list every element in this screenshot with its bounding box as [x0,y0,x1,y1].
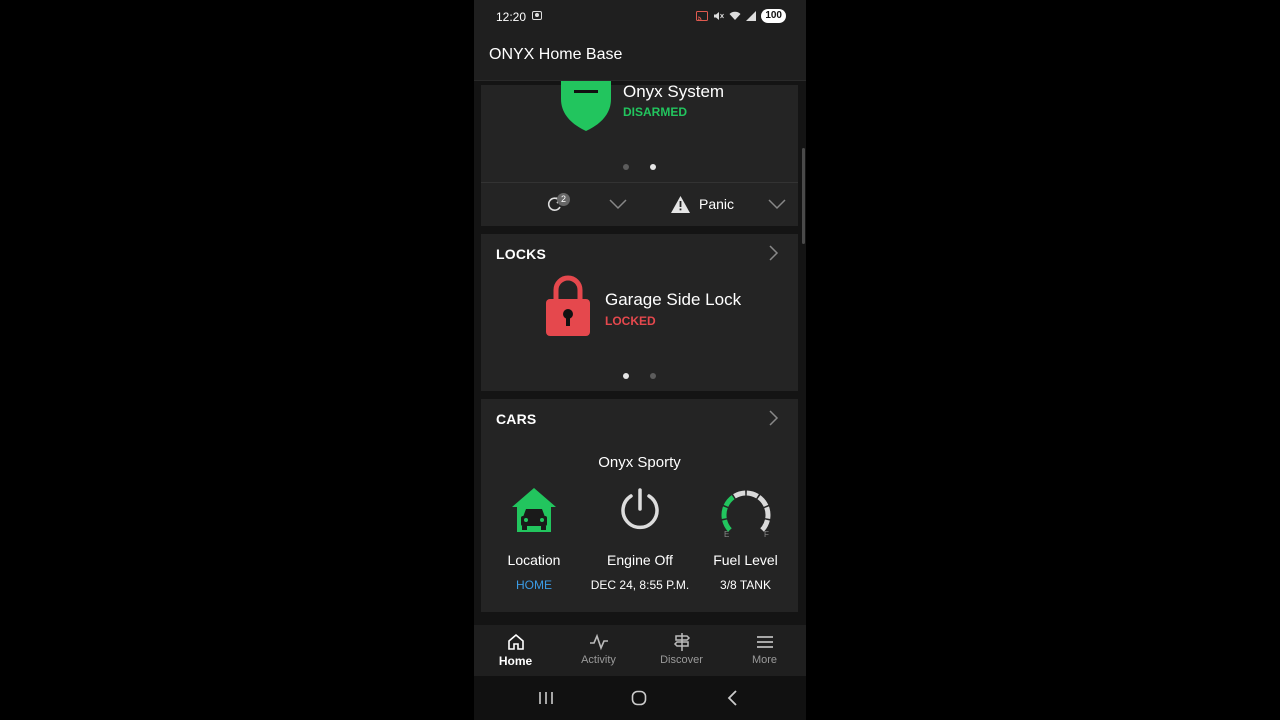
fuel-label: Fuel Level [713,552,778,568]
recent-apps-icon[interactable] [538,691,554,705]
fuel-gauge-segment [746,490,759,499]
engine-value: DEC 24, 8:55 P.M. [590,578,690,592]
fuel-gauge-segment [759,519,770,532]
panic-button[interactable]: Panic [671,193,734,215]
fuel-value: 3/8 TANK [720,578,771,592]
car-name: Onyx Sporty [598,454,681,471]
locks-page-dots [623,373,656,379]
signal-icon [746,11,757,21]
status-icons: 100 [696,9,786,23]
wifi-icon [729,11,741,20]
system-nav-bar [474,676,806,720]
home-circle-icon[interactable] [631,690,647,706]
app-title: ONYX Home Base [489,46,623,63]
activity-icon [589,633,608,651]
lock-state: LOCKED [605,314,656,328]
fuel-gauge-segment [721,519,732,532]
nav-discover[interactable]: Discover [640,625,723,676]
chevron-right-icon[interactable] [764,409,782,427]
nav-home-label: Home [498,654,533,668]
security-system-name: Onyx System [623,82,725,101]
page-dot[interactable] [650,373,656,379]
nav-more[interactable]: More [723,625,806,676]
nav-activity-label: Activity [581,654,616,666]
scrollbar[interactable] [802,148,805,244]
cars-card[interactable]: CARS Onyx Sporty Location HOME Engine Of… [481,399,798,612]
app-bar: ONYX Home Base [474,34,806,81]
car-fuel[interactable]: E F Fuel Level 3/8 TANK [693,487,798,592]
signpost-icon [673,633,690,651]
fuel-gauge-segment [756,495,768,508]
security-card[interactable]: Onyx System DISARMED 2 Panic [481,81,798,226]
fuel-full-mark: F [764,530,769,537]
warning-icon [671,195,690,213]
fuel-gauge-segment [723,495,735,508]
page-dot-active[interactable] [650,164,656,170]
content-scroll[interactable]: Onyx System DISARMED 2 Panic LOCKS Garag… [474,81,806,625]
cars-header: CARS [496,411,537,427]
engine-label: Engine Off [607,552,673,568]
nav-home[interactable]: Home [474,625,557,676]
chevron-down-icon[interactable] [768,198,786,210]
nav-activity[interactable]: Activity [557,625,640,676]
locks-header: LOCKS [496,246,546,262]
security-state: DISARMED [623,105,688,119]
chevron-right-icon[interactable] [764,244,782,262]
status-time: 12:20 [496,10,527,24]
security-page-dots [623,164,656,170]
phone-screen: 12:20 100 ONYX Home Base Onyx System DIS… [474,0,806,720]
location-value[interactable]: HOME [481,578,587,592]
page-dot[interactable] [623,164,629,170]
divider [481,182,798,183]
bottom-nav: Home Activity Discover More [474,625,806,676]
home-icon [507,633,524,650]
padlock-icon[interactable] [545,274,591,338]
fuel-gauge-segment [721,506,728,519]
car-engine[interactable]: Engine Off DEC 24, 8:55 P.M. [587,487,693,592]
automation-badge: 2 [557,193,570,206]
power-icon [621,488,659,530]
screen-record-icon [532,11,542,20]
status-bar: 12:20 100 [474,0,806,34]
menu-icon [756,636,773,648]
mute-icon [714,12,725,20]
nav-discover-label: Discover [660,654,703,666]
shield-icon[interactable] [559,81,613,133]
garage-car-icon [512,488,556,532]
fuel-gauge-icon: E F [721,490,770,539]
panic-label: Panic [699,196,735,212]
fuel-gauge-segment [732,490,745,499]
lock-name: Garage Side Lock [605,290,742,309]
cast-icon [696,11,709,21]
locks-card[interactable]: LOCKS Garage Side Lock LOCKED [481,234,798,391]
chevron-down-icon[interactable] [609,198,627,210]
location-label: Location [507,552,561,568]
battery-indicator: 100 [761,9,786,23]
automation-control[interactable]: 2 [545,192,575,214]
fuel-gauge-segment [763,506,770,519]
car-location[interactable]: Location HOME [481,487,587,592]
nav-more-label: More [751,654,778,666]
page-dot-active[interactable] [623,373,629,379]
back-icon[interactable] [726,690,738,706]
